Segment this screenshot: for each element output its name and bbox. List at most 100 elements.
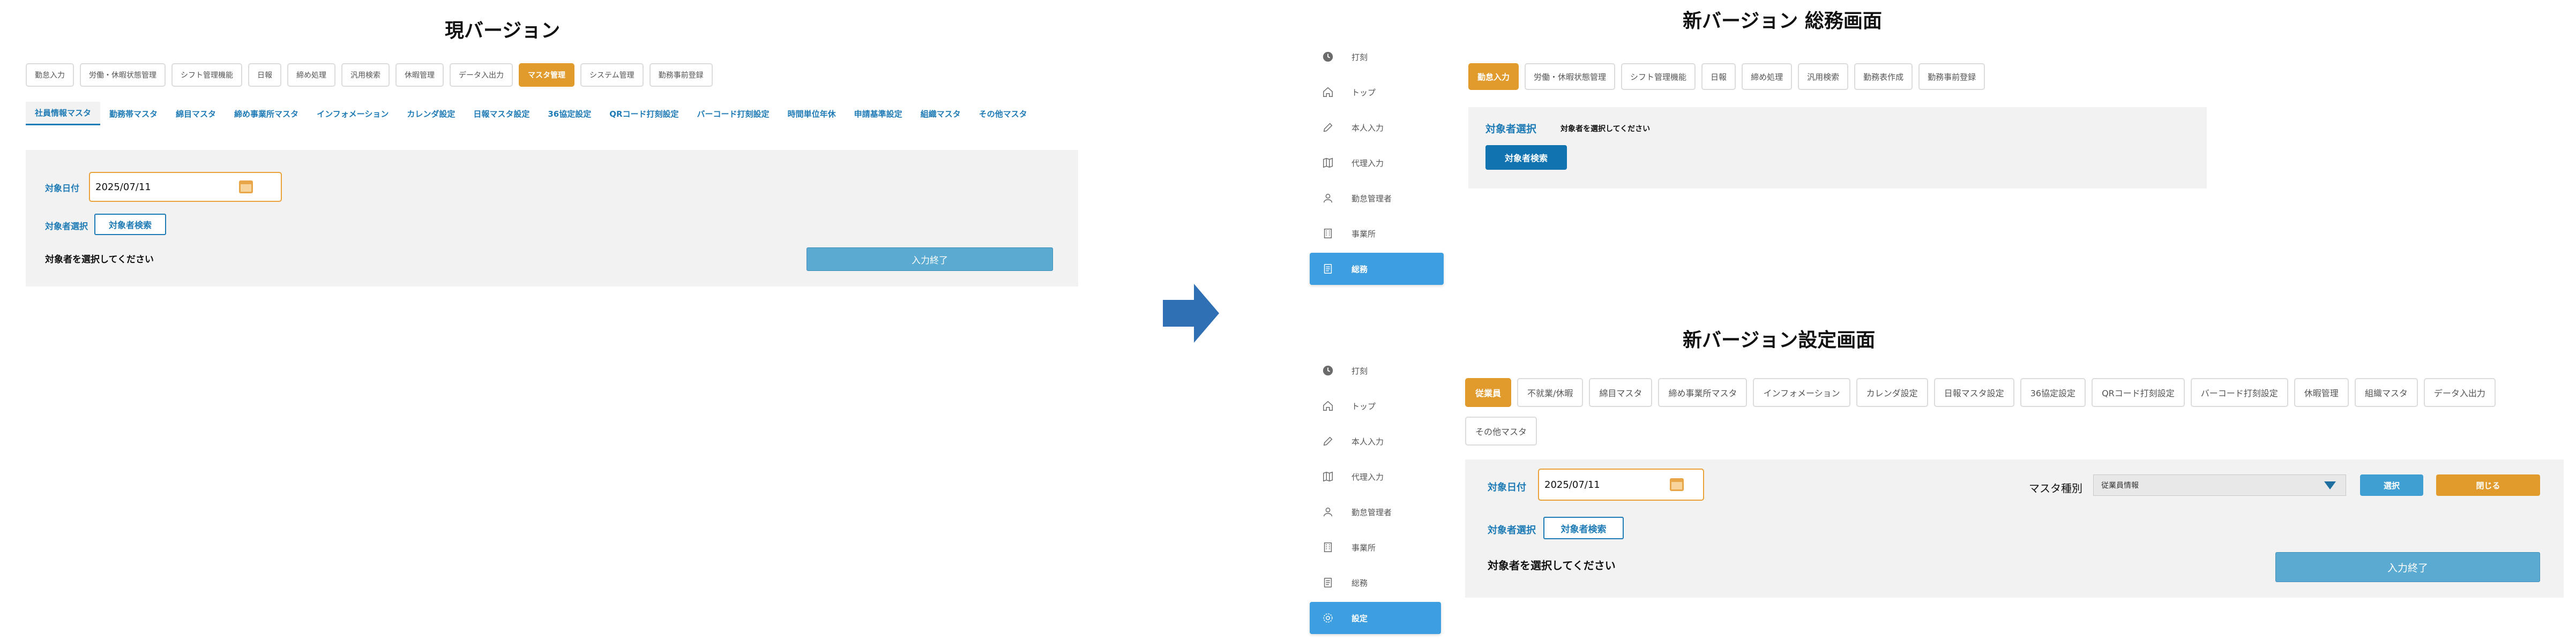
new-settings-target-date-input[interactable]: 2025/07/11 — [1538, 469, 1704, 501]
new-settings-tab-5[interactable]: インフォメーション — [1753, 378, 1850, 407]
sidebar-item-1[interactable]: 打刻 — [1310, 41, 1444, 73]
sidebar-item-label: 代理入力 — [1352, 158, 1384, 168]
old-message: 対象者を選択してください — [45, 254, 154, 265]
sidebar-item-2[interactable]: トップ — [1310, 390, 1441, 422]
new-settings-tab-6[interactable]: カレンダ設定 — [1856, 378, 1928, 407]
new-settings-tab-2[interactable]: 不就業/休暇 — [1517, 378, 1584, 407]
new-settings-tab-3[interactable]: 綿目マスタ — [1589, 378, 1653, 407]
sidebar-item-label: 設定 — [1352, 613, 1368, 623]
new-general-tab-1[interactable]: 勤怠入力 — [1468, 63, 1519, 90]
old-sub-tab-9[interactable]: QRコード打刻設定 — [600, 102, 688, 125]
new-settings-title: 新バージョン設定画面 — [1683, 329, 1876, 351]
new-settings-tab-8[interactable]: 36協定設定 — [2020, 378, 2086, 407]
old-target-date-value: 2025/07/11 — [95, 181, 151, 193]
sidebar-item-7[interactable]: 総務 — [1310, 567, 1441, 599]
clock-icon — [1321, 364, 1334, 377]
old-sub-tab-6[interactable]: カレンダ設定 — [398, 102, 464, 125]
old-sub-tab-4[interactable]: 締め事業所マスタ — [225, 102, 308, 125]
new-general-tab-6[interactable]: 汎用検索 — [1798, 63, 1849, 90]
sidebar-item-8[interactable]: 設定 — [1310, 602, 1441, 634]
old-sub-tab-14[interactable]: その他マスタ — [970, 102, 1036, 125]
old-sub-tab-3[interactable]: 綿目マスタ — [167, 102, 225, 125]
sidebar-item-6[interactable]: 事業所 — [1310, 531, 1441, 563]
old-target-date-input[interactable]: 2025/07/11 — [89, 172, 282, 202]
new-general-message: 対象者を選択してください — [1560, 125, 1651, 133]
old-main-tab-4[interactable]: 日報 — [248, 63, 281, 87]
sidebar-item-label: 事業所 — [1352, 229, 1376, 239]
old-main-tab-1[interactable]: 勤怠入力 — [26, 63, 74, 87]
new-general-tab-5[interactable]: 締め処理 — [1742, 63, 1793, 90]
master-type-select[interactable]: 従業員情報 — [2093, 474, 2346, 496]
new-general-main-tabs: 勤怠入力 労働・休暇状態管理 シフト管理機能 日報 締め処理 汎用検索 勤務表作成 勤務事前登… — [1468, 63, 1985, 90]
old-finish-button[interactable]: 入力終了 — [807, 247, 1053, 271]
old-main-tab-10[interactable]: システム管理 — [580, 63, 644, 87]
old-sub-tab-8[interactable]: 36協定設定 — [539, 102, 600, 125]
calendar-icon[interactable] — [239, 180, 253, 193]
new-settings-search-button[interactable]: 対象者検索 — [1543, 517, 1624, 539]
old-sub-tab-5[interactable]: インフォメーション — [308, 102, 398, 125]
new-settings-tab-14[interactable]: その他マスタ — [1465, 417, 1537, 446]
old-search-button[interactable]: 対象者検索 — [94, 214, 166, 235]
old-target-select-label: 対象者選択 — [45, 221, 88, 231]
new-general-target-select-label: 対象者選択 — [1485, 123, 1537, 135]
old-sub-tab-7[interactable]: 日報マスタ設定 — [464, 102, 539, 125]
old-sub-tab-10[interactable]: バーコード打刻設定 — [688, 102, 779, 125]
new-settings-tab-12[interactable]: 組織マスタ — [2354, 378, 2418, 407]
new-general-tab-2[interactable]: 労働・休暇状態管理 — [1525, 63, 1616, 90]
person-icon — [1321, 506, 1334, 518]
old-main-tab-7[interactable]: 休暇管理 — [395, 63, 444, 87]
sidebar-item-3[interactable]: 本人入力 — [1310, 111, 1444, 144]
sidebar-item-4[interactable]: 代理入力 — [1310, 461, 1441, 493]
new-settings-tab-13[interactable]: データ入出力 — [2423, 378, 2496, 407]
home-icon — [1321, 86, 1334, 99]
arrow-right-icon — [1163, 284, 1219, 343]
sidebar-item-5[interactable]: 勤怠管理者 — [1310, 496, 1441, 528]
new-general-tab-3[interactable]: シフト管理機能 — [1621, 63, 1696, 90]
new-settings-tab-11[interactable]: 休暇管理 — [2294, 378, 2349, 407]
old-sub-tab-1[interactable]: 社員情報マスタ — [26, 102, 101, 125]
new-settings-target-select-label: 対象者選択 — [1488, 525, 1536, 536]
calendar-icon[interactable] — [1670, 478, 1684, 491]
new-settings-tab-10[interactable]: バーコード打刻設定 — [2190, 378, 2288, 407]
new-settings-tab-9[interactable]: QRコード打刻設定 — [2092, 378, 2185, 407]
old-sub-tab-12[interactable]: 申請基準設定 — [845, 102, 912, 125]
master-type-label: マスタ種別 — [2029, 482, 2082, 495]
sidebar-item-7[interactable]: 総務 — [1310, 253, 1444, 285]
new-general-tab-7[interactable]: 勤務表作成 — [1854, 63, 1913, 90]
old-main-tabs: 勤怠入力 労働・休暇状態管理 シフト管理機能 日報 締め処理 汎用検索 休暇管理 データ入出力… — [26, 63, 713, 87]
old-main-tab-3[interactable]: シフト管理機能 — [171, 63, 242, 87]
sidebar-item-label: 打刻 — [1352, 52, 1368, 62]
chevron-down-icon — [2324, 481, 2336, 489]
old-main-tab-2[interactable]: 労働・休暇状態管理 — [80, 63, 166, 87]
old-main-tab-8[interactable]: データ入出力 — [450, 63, 513, 87]
sidebar-item-5[interactable]: 勤怠管理者 — [1310, 182, 1444, 214]
old-sub-tab-13[interactable]: 組織マスタ — [912, 102, 970, 125]
old-main-tab-6[interactable]: 汎用検索 — [341, 63, 390, 87]
sidebar-item-4[interactable]: 代理入力 — [1310, 147, 1444, 179]
new-general-tab-8[interactable]: 勤務事前登録 — [1918, 63, 1985, 90]
new-settings-tab-4[interactable]: 締め事業所マスタ — [1658, 378, 1748, 407]
new-general-tab-4[interactable]: 日報 — [1701, 63, 1736, 90]
sidebar-item-label: 代理入力 — [1352, 472, 1384, 482]
sidebar-item-2[interactable]: トップ — [1310, 76, 1444, 108]
sidebar-item-3[interactable]: 本人入力 — [1310, 425, 1441, 457]
new-settings-target-date-value: 2025/07/11 — [1544, 479, 1600, 491]
old-sub-tab-11[interactable]: 時間単位年休 — [779, 102, 845, 125]
new-settings-tab-7[interactable]: 日報マスタ設定 — [1933, 378, 2014, 407]
old-sub-tabs: 社員情報マスタ 勤務帯マスタ 綿目マスタ 締め事業所マスタ インフォメーション カレンダ設… — [26, 102, 1076, 125]
old-sub-tab-2[interactable]: 勤務帯マスタ — [100, 102, 167, 125]
new-general-search-button[interactable]: 対象者検索 — [1485, 145, 1567, 170]
old-main-tab-5[interactable]: 締め処理 — [287, 63, 335, 87]
sidebar-item-6[interactable]: 事業所 — [1310, 217, 1444, 250]
old-main-tab-9[interactable]: マスタ管理 — [519, 63, 574, 87]
old-target-date-label: 対象日付 — [45, 183, 80, 193]
sidebar-item-label: 打刻 — [1352, 366, 1368, 376]
select-button[interactable]: 選択 — [2360, 474, 2423, 496]
old-main-tab-11[interactable]: 勤務事前登録 — [649, 63, 713, 87]
new-settings-tab-1[interactable]: 従業員 — [1465, 378, 1512, 407]
new-settings-finish-button[interactable]: 入力終了 — [2275, 552, 2540, 582]
sidebar-item-label: 本人入力 — [1352, 123, 1384, 133]
new-settings-target-date-label: 対象日付 — [1488, 482, 1526, 493]
close-button[interactable]: 閉じる — [2436, 474, 2540, 496]
sidebar-item-1[interactable]: 打刻 — [1310, 355, 1441, 387]
